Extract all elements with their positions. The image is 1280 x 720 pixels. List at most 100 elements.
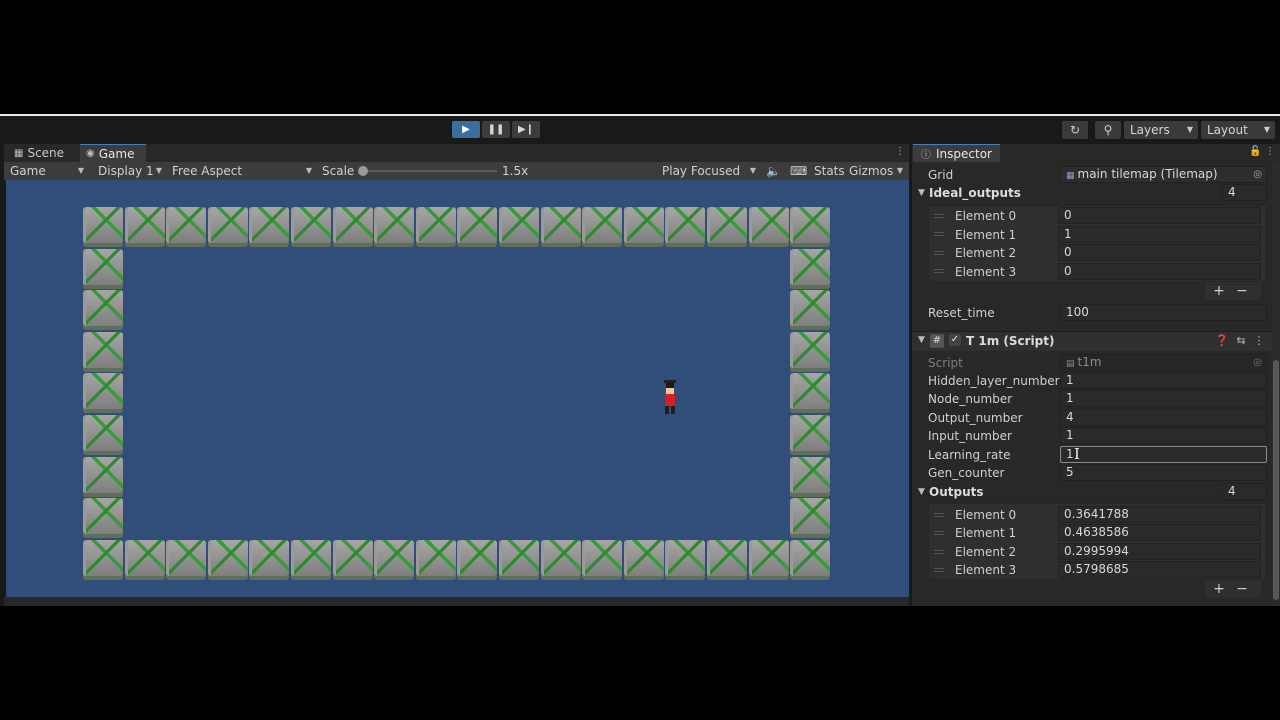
scale-slider-track[interactable] <box>362 170 497 172</box>
stone-tile <box>582 207 622 247</box>
presets-icon[interactable]: ⇆ <box>1234 334 1248 348</box>
chevron-down-icon: ▼ <box>155 166 162 175</box>
stone-tile <box>499 207 539 247</box>
stone-tile <box>790 498 830 538</box>
output-element-2-label: Element 2 <box>955 545 1017 559</box>
outputs-count[interactable]: 4 <box>1222 483 1267 500</box>
keyboard-icon: ⌨ <box>790 164 808 178</box>
ideal-outputs-remove-button[interactable]: − <box>1234 283 1250 299</box>
chevron-down-icon: ▼ <box>1263 125 1270 134</box>
component-foldout-icon[interactable]: ▼ <box>918 331 925 349</box>
grid-icon: ▦ <box>14 147 24 159</box>
stone-tile <box>416 540 456 580</box>
drag-handle-icon[interactable] <box>934 232 944 236</box>
inspector-scrollbar-thumb[interactable] <box>1273 360 1279 600</box>
component-menu-icon[interactable]: ⋮ <box>1252 334 1266 348</box>
drag-handle-icon[interactable] <box>934 568 944 572</box>
tab-scene[interactable]: ▦ Scene <box>8 144 70 162</box>
scale-slider-handle[interactable] <box>358 166 368 176</box>
object-picker-icon[interactable]: ◎ <box>1253 167 1262 182</box>
output-number-field[interactable]: 4 <box>1060 409 1267 426</box>
step-button[interactable]: ▶❙ <box>512 121 540 138</box>
search-button[interactable]: ⚲ <box>1095 121 1121 139</box>
outputs-remove-button[interactable]: − <box>1234 581 1250 597</box>
output-number-label: Output_number <box>928 411 1023 425</box>
input-number-field[interactable]: 1 <box>1060 427 1267 444</box>
stone-tile <box>125 540 165 580</box>
reset-time-field[interactable]: 100 <box>1060 304 1267 321</box>
drag-handle-icon[interactable] <box>934 531 944 535</box>
help-icon[interactable]: ❓ <box>1215 334 1229 348</box>
stone-tile <box>83 498 123 538</box>
ideal-element-3-field[interactable]: 0 <box>1058 263 1261 280</box>
gen-counter-label: Gen_counter <box>928 466 1005 480</box>
drag-handle-icon[interactable] <box>934 550 944 554</box>
stone-tile <box>249 207 289 247</box>
output-element-3-field[interactable]: 0.5798685 <box>1058 561 1261 578</box>
mute-audio-button[interactable]: 🔈 <box>766 162 781 180</box>
grid-value: main tilemap (Tilemap) <box>1077 167 1218 181</box>
ideal-outputs-add-button[interactable]: + <box>1211 283 1227 299</box>
play-button[interactable]: ▶ <box>452 121 480 138</box>
ideal-outputs-label[interactable]: Ideal_outputs <box>929 184 1021 202</box>
stone-tile <box>83 415 123 455</box>
stone-tile <box>624 540 664 580</box>
learning-rate-label: Learning_rate <box>928 448 1011 462</box>
foldout-arrow-icon[interactable]: ▼ <box>918 184 925 202</box>
learning-rate-field[interactable]: 1 <box>1060 446 1267 463</box>
hidden-layer-number-field[interactable]: 1 <box>1060 372 1267 389</box>
stone-tile <box>790 373 830 413</box>
keyboard-shortcuts-button[interactable]: ⌨ <box>790 162 807 180</box>
ideal-element-2-field[interactable]: 0 <box>1058 244 1261 261</box>
stone-tile <box>291 540 331 580</box>
game-view-dropdown[interactable]: Game ▼ <box>10 162 88 180</box>
inspector-menu-icon[interactable]: ⋮ <box>1265 146 1275 157</box>
stone-tile <box>166 540 206 580</box>
pause-button[interactable]: ❚❚ <box>482 121 510 138</box>
tab-inspector[interactable]: ⓘ Inspector <box>913 144 1000 162</box>
outputs-add-button[interactable]: + <box>1211 581 1227 597</box>
stone-tile <box>374 540 414 580</box>
history-button[interactable]: ↻ <box>1062 121 1088 139</box>
lock-icon[interactable]: 🔓 <box>1249 146 1261 157</box>
foldout-arrow-icon[interactable]: ▼ <box>918 483 925 501</box>
output-element-1-field[interactable]: 0.4638586 <box>1058 524 1261 541</box>
layers-dropdown[interactable]: Layers ▼ <box>1124 121 1198 139</box>
drag-handle-icon[interactable] <box>934 251 944 255</box>
chevron-down-icon: ▼ <box>305 166 312 175</box>
grid-object-field[interactable]: ▦ main tilemap (Tilemap) ◎ <box>1060 166 1267 183</box>
search-icon: ⚲ <box>1103 123 1113 137</box>
stone-tile <box>333 540 373 580</box>
stone-tile <box>83 332 123 372</box>
drag-handle-icon[interactable] <box>934 513 944 517</box>
stone-tile <box>208 540 248 580</box>
output-element-2-field[interactable]: 0.2995994 <box>1058 543 1261 560</box>
tab-game[interactable]: ◉ Game <box>80 144 146 162</box>
grid-label: Grid <box>928 168 954 182</box>
scale-label: Scale <box>322 164 355 178</box>
game-view[interactable] <box>6 180 909 597</box>
gen-counter-field[interactable]: 5 <box>1060 464 1267 481</box>
script-label: Script <box>928 356 963 370</box>
stats-button[interactable]: Stats <box>814 162 845 180</box>
stone-tile <box>249 540 289 580</box>
output-element-0-field[interactable]: 0.3641788 <box>1058 506 1261 523</box>
outputs-label[interactable]: Outputs <box>929 483 984 501</box>
aspect-dropdown[interactable]: Free Aspect ▼ <box>172 162 316 180</box>
info-icon: ⓘ <box>921 150 931 161</box>
play-mode-dropdown[interactable]: Play Focused ▼ <box>662 162 760 180</box>
play-icon: ▶ <box>462 124 470 135</box>
ideal-element-0-field[interactable]: 0 <box>1058 207 1261 224</box>
node-number-field[interactable]: 1 <box>1060 390 1267 407</box>
drag-handle-icon[interactable] <box>934 269 944 273</box>
display-dropdown[interactable]: Display 1 ▼ <box>98 162 166 180</box>
gizmos-dropdown[interactable]: Gizmos ▼ <box>849 162 907 180</box>
stone-tile <box>790 290 830 330</box>
ideal-outputs-count[interactable]: 4 <box>1222 184 1267 201</box>
layout-dropdown[interactable]: Layout ▼ <box>1201 121 1275 139</box>
stone-tile <box>83 373 123 413</box>
panel-menu-icon[interactable]: ⋮ <box>895 146 905 157</box>
component-enabled-checkbox[interactable]: ✓ <box>949 334 961 346</box>
drag-handle-icon[interactable] <box>934 214 944 218</box>
ideal-element-1-field[interactable]: 1 <box>1058 226 1261 243</box>
